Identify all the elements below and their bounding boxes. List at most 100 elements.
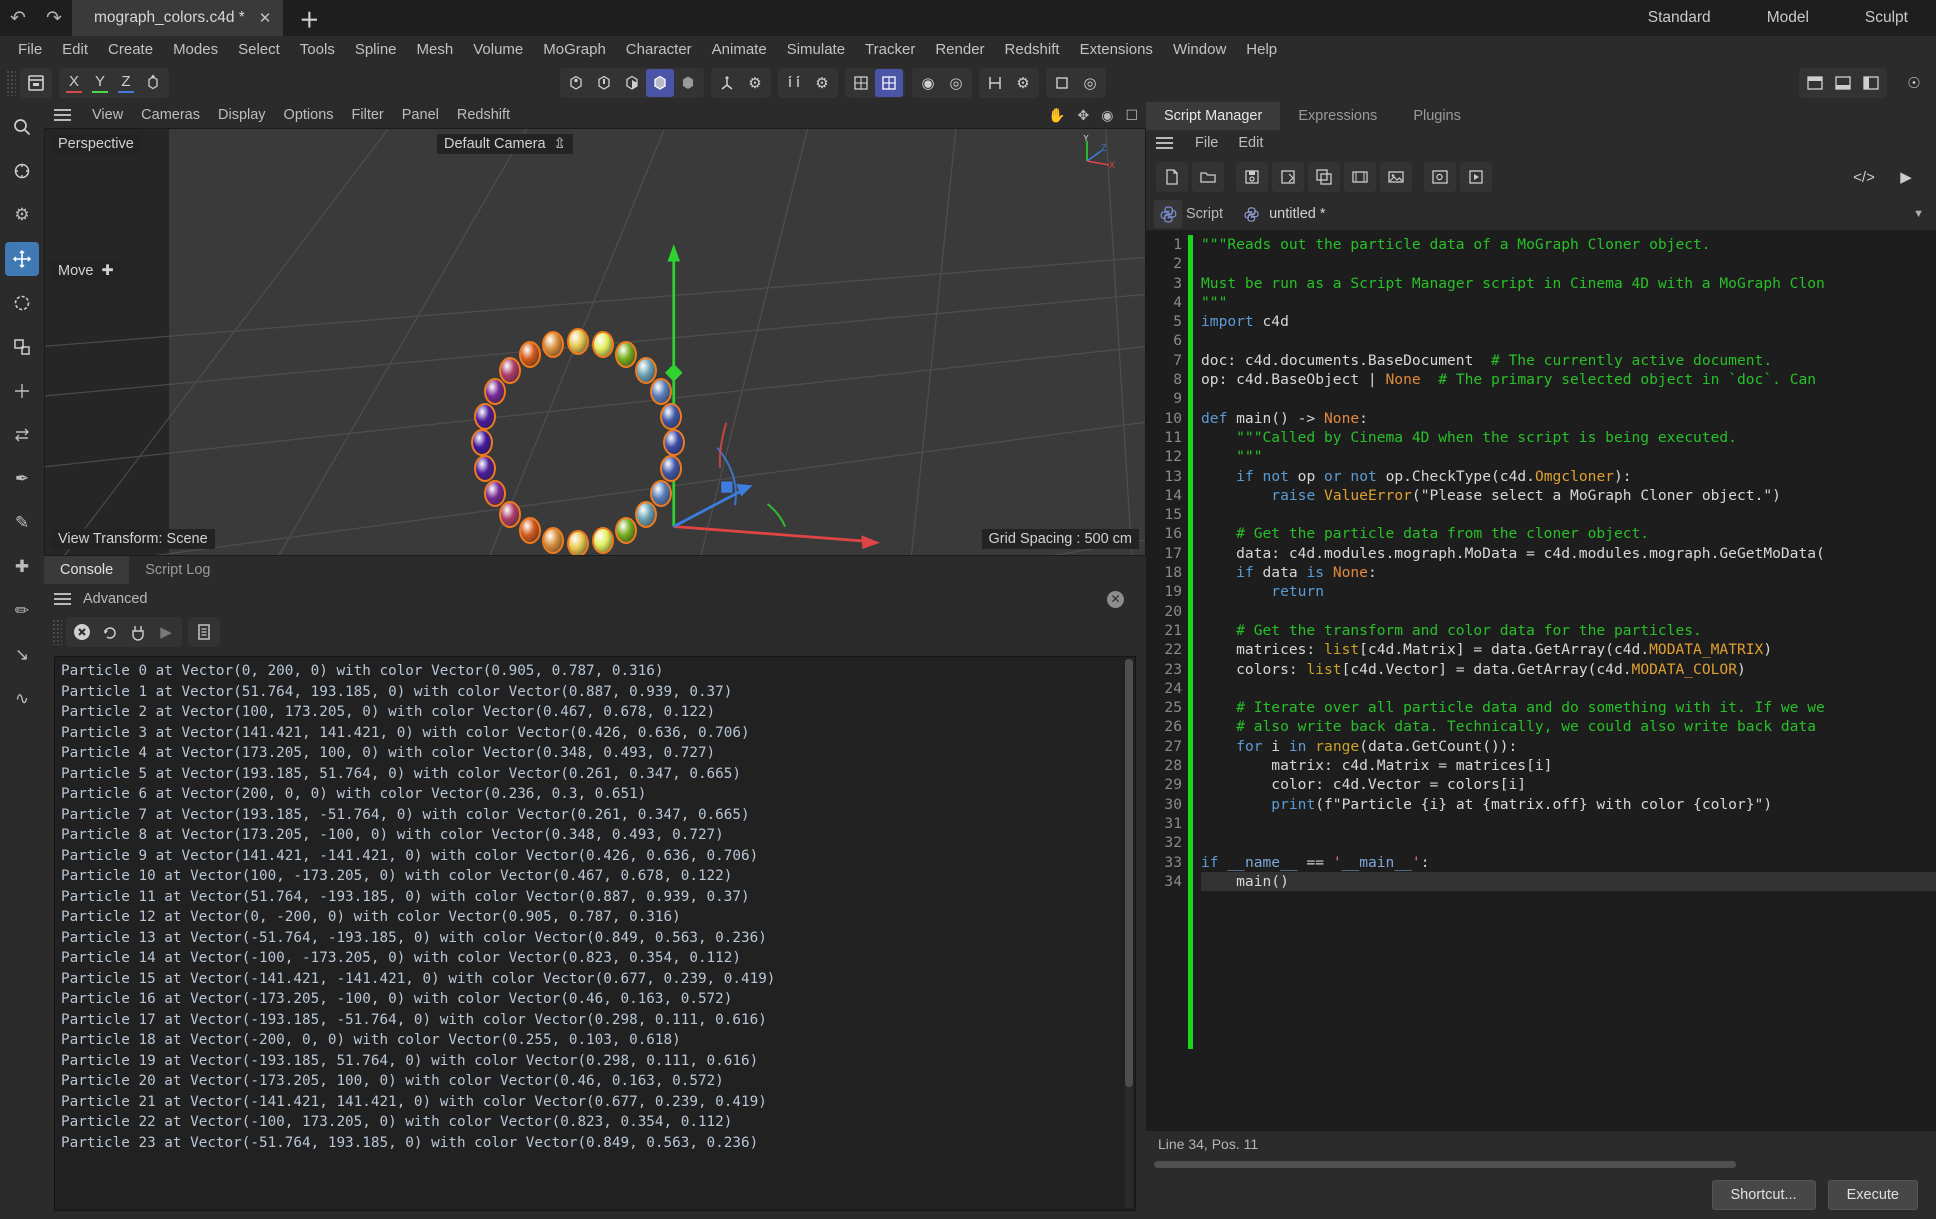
menu-extensions[interactable]: Extensions — [1070, 36, 1163, 64]
menu-modes[interactable]: Modes — [163, 36, 228, 64]
snap-enabled-icon[interactable] — [875, 69, 903, 97]
grid-icon[interactable] — [847, 69, 875, 97]
copy-log-icon[interactable] — [190, 618, 218, 646]
menu-character[interactable]: Character — [616, 36, 702, 64]
menu-simulate[interactable]: Simulate — [777, 36, 855, 64]
layout-sculpt[interactable]: Sculpt — [1865, 9, 1908, 27]
new-document-button[interactable]: ＋ — [283, 0, 335, 36]
menu-help[interactable]: Help — [1236, 36, 1287, 64]
transfer-icon[interactable] — [5, 418, 39, 452]
color-paint-icon[interactable]: ✚ — [5, 550, 39, 584]
maximize-view-icon[interactable]: ☐ — [1125, 107, 1138, 124]
console-toolbar-grip[interactable] — [52, 619, 62, 645]
tab-script-log[interactable]: Script Log — [129, 556, 226, 584]
point-mode-icon[interactable] — [562, 69, 590, 97]
close-icon[interactable]: ✕ — [259, 9, 272, 27]
spline-tool-icon[interactable]: ∿ — [5, 682, 39, 716]
workplane-icon[interactable] — [780, 69, 808, 97]
zoom-icon[interactable]: ✥ — [1077, 107, 1089, 124]
viewport-menu-view[interactable]: View — [83, 107, 132, 123]
shortcut-button[interactable]: Shortcut... — [1711, 1180, 1816, 1210]
script-file-name[interactable]: untitled * — [1269, 206, 1325, 222]
texture-mode-icon[interactable] — [674, 69, 702, 97]
console-output[interactable]: Particle 0 at Vector(0, 200, 0) with col… — [54, 656, 1136, 1211]
viewport-menu-options[interactable]: Options — [275, 107, 343, 123]
code-text-area[interactable]: """Reads out the particle data of a MoGr… — [1193, 230, 1936, 1131]
menu-render[interactable]: Render — [925, 36, 994, 64]
edge-mode-icon[interactable] — [590, 69, 618, 97]
move-tool-icon[interactable] — [5, 242, 39, 276]
tab-console[interactable]: Console — [44, 556, 130, 584]
reload-modules-icon[interactable] — [96, 618, 124, 646]
pen-tool-icon[interactable]: ✏ — [5, 594, 39, 628]
undo-arrow-icon[interactable]: ↶ — [0, 0, 36, 36]
film-icon[interactable] — [1344, 162, 1376, 192]
save-script-icon[interactable] — [1236, 162, 1268, 192]
tab-expressions[interactable]: Expressions — [1280, 102, 1395, 130]
clear-console-icon[interactable] — [68, 618, 96, 646]
add-object-icon[interactable]: ◎ — [1076, 69, 1104, 97]
pan-hand-icon[interactable]: ✋ — [1048, 107, 1065, 124]
menu-tracker[interactable]: Tracker — [855, 36, 925, 64]
open-script-icon[interactable] — [1192, 162, 1224, 192]
chevron-down-icon[interactable]: ▼ — [1913, 208, 1924, 220]
viewport-menu-cameras[interactable]: Cameras — [132, 107, 209, 123]
polygon-mode-icon[interactable] — [618, 69, 646, 97]
axis-y-lock[interactable]: Y — [87, 69, 113, 97]
close-icon[interactable]: ✕ — [1107, 590, 1124, 608]
layout-icon-1[interactable] — [1801, 69, 1829, 97]
search-icon[interactable] — [5, 110, 39, 144]
save-as-script-icon[interactable] — [1272, 162, 1304, 192]
menu-mesh[interactable]: Mesh — [407, 36, 464, 64]
tool-settings-icon[interactable]: ⚙ — [5, 198, 39, 232]
render-view-icon[interactable]: ◉ — [914, 69, 942, 97]
perspective-viewport[interactable]: Perspective Default Camera ⇫ Move ✚ View… — [44, 128, 1146, 556]
orbit-icon[interactable]: ◉ — [1101, 107, 1113, 124]
menu-edit[interactable]: Edit — [52, 36, 98, 64]
knife-tool-icon[interactable]: ↘ — [5, 638, 39, 672]
live-selection-icon[interactable] — [5, 154, 39, 188]
help-circle-icon[interactable]: ☉ — [1900, 69, 1928, 97]
enable-axis-icon[interactable] — [713, 69, 741, 97]
duplicate-script-icon[interactable] — [1308, 162, 1340, 192]
axis-x-lock[interactable]: X — [61, 69, 87, 97]
axis-z-lock[interactable]: Z — [113, 69, 139, 97]
menu-volume[interactable]: Volume — [463, 36, 533, 64]
camera-link-icon[interactable]: ⇫ — [554, 136, 566, 152]
new-script-icon[interactable] — [1156, 162, 1188, 192]
tab-plugins[interactable]: Plugins — [1395, 102, 1479, 130]
gear-icon[interactable]: ⚙ — [808, 69, 836, 97]
render-queue-icon[interactable] — [981, 69, 1009, 97]
run-icon[interactable]: ▶ — [152, 618, 180, 646]
move-alt-icon[interactable] — [5, 374, 39, 408]
viewport-menu-panel[interactable]: Panel — [393, 107, 448, 123]
menu-file[interactable]: File — [8, 36, 52, 64]
viewport-camera-label[interactable]: Default Camera ⇫ — [437, 134, 573, 154]
rotate-tool-icon[interactable] — [5, 286, 39, 320]
tab-script-manager[interactable]: Script Manager — [1146, 102, 1281, 130]
console-hamburger-icon[interactable] — [54, 593, 71, 605]
menu-create[interactable]: Create — [98, 36, 163, 64]
render-region-icon[interactable]: ◎ — [942, 69, 970, 97]
plugin-icon[interactable] — [124, 618, 152, 646]
menu-spline[interactable]: Spline — [345, 36, 407, 64]
viewport-menu-display[interactable]: Display — [209, 107, 275, 123]
viewport-menu-redshift[interactable]: Redshift — [448, 107, 519, 123]
paint-tool-icon[interactable]: ✎ — [5, 506, 39, 540]
code-brackets-icon[interactable]: </> — [1848, 162, 1880, 192]
scale-tool-icon[interactable] — [5, 330, 39, 364]
toolbar-grip[interactable] — [6, 70, 16, 96]
menu-mograph[interactable]: MoGraph — [533, 36, 616, 64]
play-arrow-icon[interactable]: ▶ — [1890, 162, 1922, 192]
menu-select[interactable]: Select — [228, 36, 290, 64]
editor-horizontal-scrollbar[interactable] — [1146, 1157, 1936, 1171]
execute-button[interactable]: Execute — [1827, 1180, 1918, 1210]
layout-model[interactable]: Model — [1767, 9, 1809, 27]
model-mode-icon[interactable] — [646, 69, 674, 97]
world-object-axis-icon[interactable] — [139, 69, 167, 97]
code-editor[interactable]: 1 2 3 4 5 6 7 8 9 10 11 12 13 14 15 16 17 18 19 20 21 22 23 24 2… — [1146, 230, 1936, 1131]
script-menu-file[interactable]: File — [1185, 135, 1228, 151]
viewport-hamburger-icon[interactable] — [54, 109, 71, 121]
layout-standard[interactable]: Standard — [1648, 9, 1711, 27]
layout-icon-2[interactable] — [1829, 69, 1857, 97]
